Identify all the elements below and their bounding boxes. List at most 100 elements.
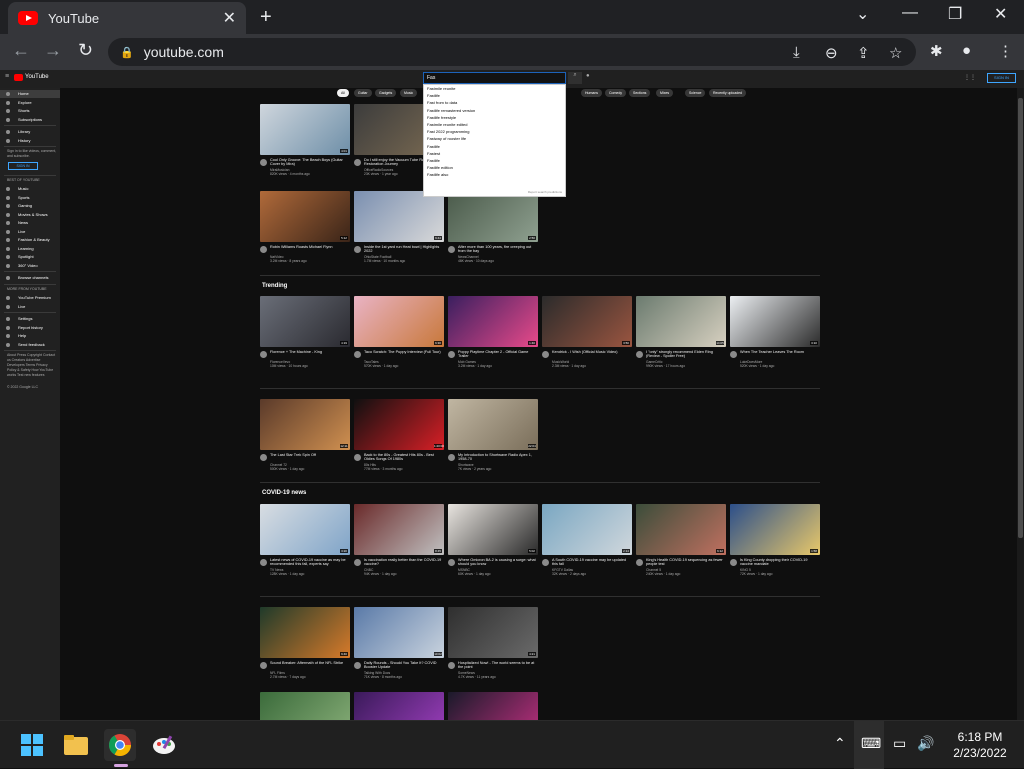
channel-avatar[interactable]	[730, 351, 737, 358]
video-card[interactable]: 10:02 Daily Rounds - Should You Take It? …	[354, 607, 444, 679]
sidebar-item-live[interactable]: Live	[0, 303, 60, 311]
paint-app-button[interactable]	[148, 729, 180, 761]
video-thumbnail[interactable]: 3:20	[260, 504, 350, 555]
sidebar-item-sports[interactable]: Sports	[0, 194, 60, 202]
network-icon[interactable]: ▭	[893, 735, 906, 752]
video-title[interactable]: Robin Williams Roasts Michael Flynn	[270, 245, 350, 249]
video-card[interactable]: 5:02 Where Omicron BA.2 is causing a surg…	[448, 504, 538, 576]
video-card[interactable]	[354, 692, 444, 720]
minimize-button[interactable]: —	[902, 4, 918, 22]
chip-guitar[interactable]: Guitar	[354, 89, 372, 97]
chrome-menu-icon[interactable]: ⋮	[998, 42, 1013, 60]
search-button[interactable]: ⌕	[568, 72, 582, 84]
zoom-icon[interactable]: ⊖	[825, 44, 838, 62]
chip-science[interactable]: Science	[685, 89, 706, 97]
video-card[interactable]: 6:12 King's Health COVID-19 sequencing as…	[636, 504, 726, 576]
apps-grid-icon[interactable]: ⋮⋮	[964, 74, 976, 81]
chip-sections[interactable]: Sections	[629, 89, 651, 97]
video-title[interactable]: Daily Rounds - Should You Take It? COVID…	[364, 661, 444, 670]
file-explorer-button[interactable]	[60, 729, 92, 761]
video-card[interactable]: 9:44 Inside the 1st yard run Heat bowl | …	[354, 191, 444, 263]
channel-avatar[interactable]	[354, 559, 361, 566]
video-title[interactable]: A South COVID-19 vaccine may be updated …	[552, 558, 632, 567]
search-suggestion-item[interactable]: Fastmile reunite	[424, 85, 565, 92]
video-thumbnail[interactable]	[260, 692, 350, 720]
show-hidden-icons-chevron-icon[interactable]: ⌃	[834, 735, 846, 752]
sidebar-item-library[interactable]: Library	[0, 128, 60, 136]
channel-avatar[interactable]	[354, 351, 361, 358]
report-predictions-link[interactable]: Report search predictions	[528, 190, 562, 194]
video-title[interactable]: Latest news of COVID-19 vaccine as may b…	[270, 558, 350, 567]
video-thumbnail[interactable]: 6:30	[354, 296, 444, 347]
sidebar-item-help[interactable]: Help	[0, 332, 60, 340]
search-suggestion-item[interactable]: Fast from to data	[424, 99, 565, 106]
install-app-icon[interactable]: ⤓	[793, 44, 800, 61]
video-title[interactable]: Cool Only Groove: The Beach Boys (Guitar…	[270, 158, 350, 167]
chip-all[interactable]: All	[337, 89, 349, 97]
search-suggestion-item[interactable]: Fastlife	[424, 92, 565, 99]
scrollbar-thumb[interactable]	[1018, 98, 1023, 538]
youtube-logo-icon[interactable]	[14, 74, 23, 81]
tab-close-button[interactable]: ✕	[223, 8, 236, 28]
chip-recently-uploaded[interactable]: Recently uploaded	[709, 89, 746, 97]
video-title[interactable]: Inside the 1st yard run Heat bowl | High…	[364, 245, 444, 254]
touch-keyboard-button[interactable]: ⌨	[854, 721, 884, 769]
reload-icon[interactable]: ↻	[78, 40, 93, 61]
video-title[interactable]: After more than 100 years, fire creeping…	[458, 245, 538, 254]
video-card[interactable]: 9:40 Sound Breaker: Aftermath of the NFL …	[260, 607, 350, 679]
sidebar-item-browse-channels[interactable]: Browse channels	[0, 274, 60, 282]
sidebar-item-send-feedback[interactable]: Send feedback	[0, 341, 60, 349]
channel-avatar[interactable]	[636, 559, 643, 566]
sidebar-item-movies-shows[interactable]: Movies & Shows	[0, 211, 60, 219]
video-title[interactable]: Florence + The Machine - King	[270, 350, 350, 354]
forward-arrow-icon[interactable]: →	[44, 40, 62, 61]
channel-avatar[interactable]	[354, 246, 361, 253]
channel-avatar[interactable]	[448, 351, 455, 358]
restore-button[interactable]: ❐	[948, 4, 962, 24]
channel-avatar[interactable]	[448, 662, 455, 669]
video-card[interactable]: 5:12 Robin Williams Roasts Michael Flynn N…	[260, 191, 350, 263]
channel-avatar[interactable]	[354, 662, 361, 669]
channel-avatar[interactable]	[354, 159, 361, 166]
channel-avatar[interactable]	[354, 454, 361, 461]
video-thumbnail[interactable]	[448, 692, 538, 720]
search-suggestion-item[interactable]: Fastlife also	[424, 171, 565, 178]
search-suggestion-item[interactable]: Fastlife freestyle	[424, 114, 565, 121]
sidebar-item-fashion-beauty[interactable]: Fashion & Beauty	[0, 236, 60, 244]
video-thumbnail[interactable]: 4:19	[260, 296, 350, 347]
video-card[interactable]: 14:05 I "only" strongly recommend Elden R…	[636, 296, 726, 368]
video-thumbnail[interactable]: 1:40	[448, 296, 538, 347]
chip-comedy[interactable]: Comedy	[605, 89, 627, 97]
taskbar-clock[interactable]: 6:18 PM 2/23/2022	[945, 729, 1015, 761]
video-thumbnail[interactable]: 5:12	[260, 191, 350, 242]
bookmark-star-icon[interactable]: ☆	[889, 44, 902, 62]
video-thumbnail[interactable]: 9:44	[354, 191, 444, 242]
video-title[interactable]: Back to the 80s - Greatest Hits 80s - Be…	[364, 453, 444, 462]
video-card[interactable]	[448, 692, 538, 720]
video-card[interactable]: 2:50 After more than 100 years, fire cree…	[448, 191, 538, 263]
video-title[interactable]: I "only" strongly recommend Elden Ring (…	[646, 350, 726, 359]
video-thumbnail[interactable]: 9:40	[260, 607, 350, 658]
video-title[interactable]: My Introduction to Shortwave Radio Apex …	[458, 453, 538, 462]
channel-avatar[interactable]	[542, 559, 549, 566]
search-suggestion-item[interactable]: Fastlife	[424, 143, 565, 150]
search-suggestion-item[interactable]: Fastlife edition	[424, 164, 565, 171]
video-thumbnail[interactable]: 4:01	[260, 104, 350, 155]
video-card[interactable]: 12:11 The Last Star Trek Spin Off Channel …	[260, 399, 350, 471]
channel-avatar[interactable]	[730, 559, 737, 566]
video-title[interactable]: Where Omicron BA.2 is causing a surge: w…	[458, 558, 538, 567]
chip-gadgets[interactable]: Gadgets	[375, 89, 397, 97]
channel-avatar[interactable]	[260, 662, 267, 669]
sidebar-item-explore[interactable]: Explore	[0, 99, 60, 107]
channel-avatar[interactable]	[448, 559, 455, 566]
channel-avatar[interactable]	[260, 246, 267, 253]
video-title[interactable]: When The Teacher Leaves The Room	[740, 350, 820, 354]
video-card[interactable]: 2:14 A South COVID-19 vaccine may be upda…	[542, 504, 632, 576]
sidebar-item-subscriptions[interactable]: Subscriptions	[0, 116, 60, 124]
channel-avatar[interactable]	[448, 246, 455, 253]
video-card[interactable]: 6:30 Taco Scratch: The Puppy Interview (F…	[354, 296, 444, 368]
page-scrollbar[interactable]	[1017, 88, 1024, 720]
sidebar-item-360-video[interactable]: 360° Video	[0, 262, 60, 270]
sidebar-item-news[interactable]: News	[0, 219, 60, 227]
video-thumbnail[interactable]: 1:20:00	[354, 399, 444, 450]
